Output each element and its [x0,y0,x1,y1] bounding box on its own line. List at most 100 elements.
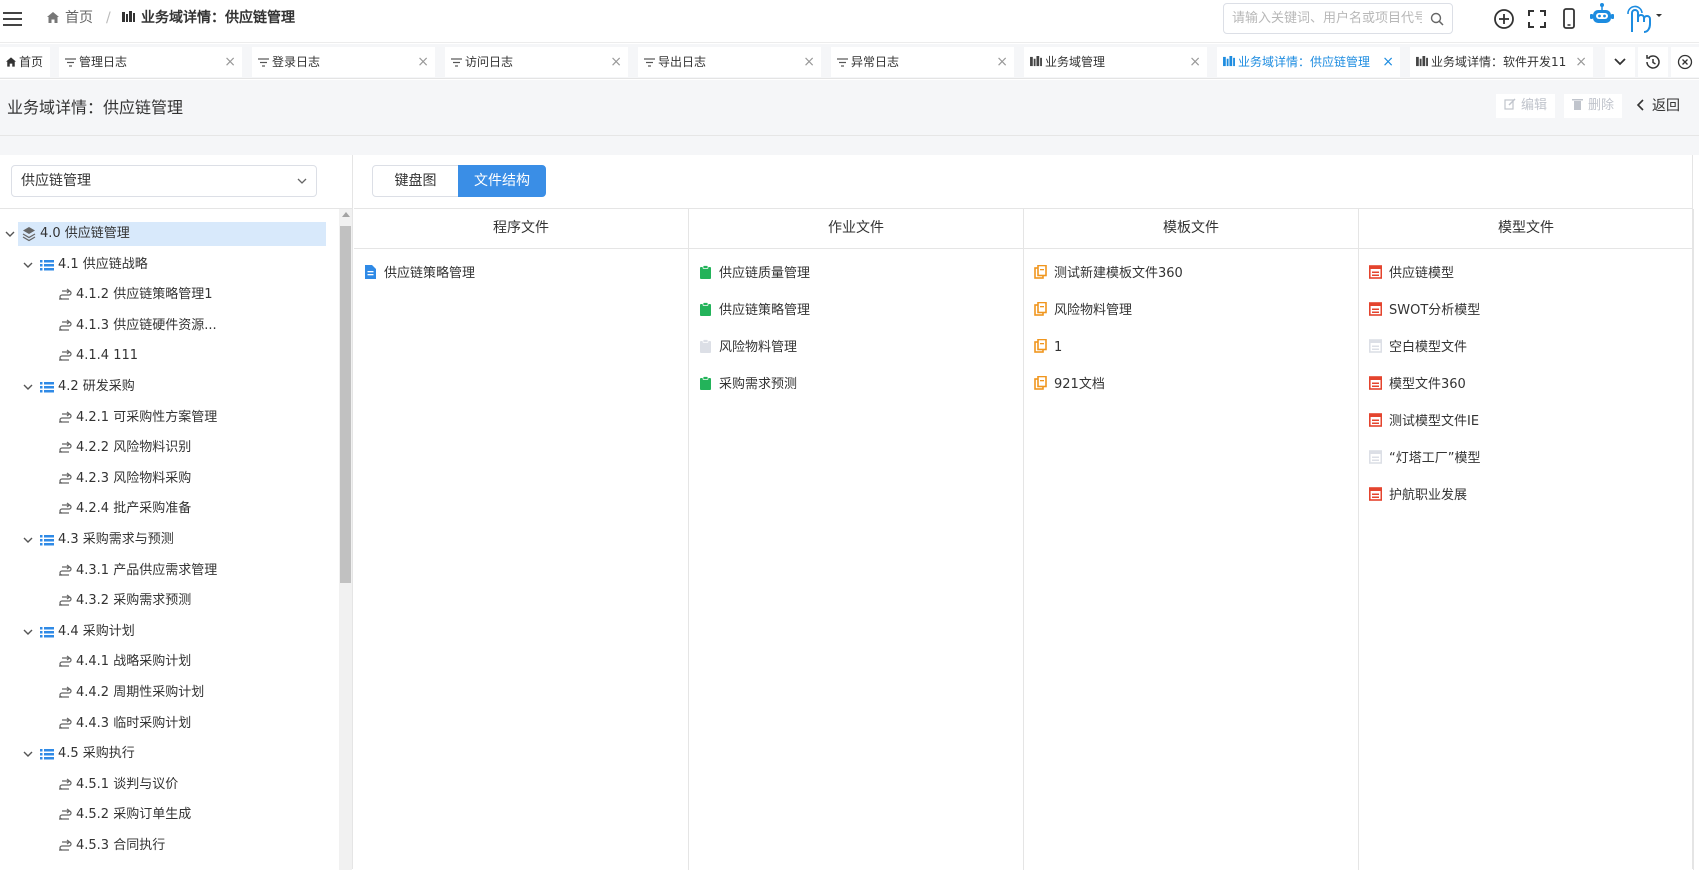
tab-login-log[interactable]: 登录日志 × [252,47,435,77]
tree-node[interactable]: 4.2.1 可采购性方案管理 [0,406,330,430]
history-icon [1646,55,1660,69]
tree-node[interactable]: 4.1 供应链战略 [0,253,330,277]
tree-node[interactable]: 4.1.4 111 [0,344,330,368]
tree-node[interactable]: 4.5.1 谈判与议价 [0,773,330,797]
tree-expand-icon[interactable] [22,375,34,399]
file-item[interactable]: 采购需求预测 [699,374,797,396]
tree-expand-icon[interactable] [22,253,34,277]
tree-expand-icon[interactable] [22,528,34,552]
close-icon[interactable]: × [1382,47,1394,77]
list-icon [40,626,54,638]
scroll-up-arrow[interactable] [342,212,350,217]
tree-expand-icon[interactable] [22,620,34,644]
process-icon [59,839,72,851]
page-header: 业务域详情：供应链管理 编辑 删除 返回 [0,80,1699,136]
tabs-dropdown-button[interactable] [1605,47,1635,77]
close-icon[interactable]: × [1189,47,1201,77]
close-icon[interactable]: × [996,47,1008,77]
tree-node[interactable]: 4.2.2 风险物料识别 [0,436,330,460]
file-item-label: 1 [1054,340,1063,355]
domain-select[interactable]: 供应链管理 [11,165,317,197]
file-item[interactable]: SWOT分析模型 [1369,300,1480,322]
tab-label: 业务域详情：软件开发11 [1431,55,1567,69]
template-icon [1034,264,1047,279]
tab-label: 异常日志 [851,55,900,69]
tab-manage-log[interactable]: 管理日志 × [59,47,242,77]
tree-expand-icon[interactable] [22,742,34,766]
file-item[interactable]: 测试模型文件IE [1369,411,1479,433]
touch-gesture-icon[interactable] [1623,2,1665,34]
file-item[interactable]: 模型文件360 [1369,374,1466,396]
menu-icon[interactable] [3,12,23,28]
breadcrumb-home[interactable]: 首页 [47,0,93,38]
tab-export-log[interactable]: 导出日志 × [638,47,821,77]
file-item[interactable]: 供应链模型 [1369,263,1454,285]
tree-node[interactable]: 4.5.3 合同执行 [0,834,330,858]
tab-home[interactable]: 首页 [0,47,50,77]
tree-node[interactable]: 4.5.2 采购订单生成 [0,803,330,827]
tab-domain-detail-software[interactable]: 业务域详情：软件开发11 × [1410,47,1593,77]
tab-domain-detail-supply[interactable]: 业务域详情：供应链管理 × [1217,47,1400,77]
process-icon [59,594,72,606]
file-item[interactable]: 风险物料管理 [699,337,797,359]
view-tab-file-structure[interactable]: 文件结构 [458,165,546,197]
tab-domain-manage[interactable]: 业务域管理 × [1024,47,1207,77]
tree-node-label: 4.5 采购执行 [58,746,135,762]
file-item[interactable]: 供应链策略管理 [364,263,475,285]
tree-node[interactable]: 4.5 采购执行 [0,742,330,766]
view-tab-keyboard-map[interactable]: 键盘图 [372,165,459,197]
back-button[interactable]: 返回 [1628,94,1688,118]
close-icon[interactable]: × [224,47,236,77]
tree-node[interactable]: 4.1.2 供应链策略管理1 [0,283,330,307]
search-input[interactable] [1232,4,1422,33]
robot-icon[interactable] [1587,2,1617,32]
file-column: 模板文件 测试新建模板文件360 风险物料管理 1 921文档 [1024,209,1359,870]
file-item[interactable]: 921文档 [1034,374,1105,396]
search-box[interactable] [1223,3,1453,34]
tree-node[interactable]: 4.3.2 采购需求预测 [0,589,330,613]
filter-icon [451,58,462,67]
close-icon[interactable]: × [610,47,622,77]
tree-node[interactable]: 4.4.1 战略采购计划 [0,650,330,674]
tree-scrollbar[interactable] [339,209,352,870]
file-item-label: 护航职业发展 [1389,488,1468,503]
search-icon[interactable] [1430,12,1444,26]
tree-node-label: 4.1.4 111 [76,348,139,364]
tree-node-label: 4.2.4 批产采购准备 [76,501,192,517]
file-item[interactable]: “灯塔工厂”模型 [1369,448,1480,470]
close-icon[interactable]: × [803,47,815,77]
tree-node[interactable]: 4.3.1 产品供应需求管理 [0,559,330,583]
file-item[interactable]: 空白模型文件 [1369,337,1467,359]
tree-node[interactable]: 4.2.4 批产采购准备 [0,497,330,521]
home-icon [47,12,59,23]
history-button[interactable] [1638,47,1668,77]
file-item[interactable]: 1 [1034,337,1062,359]
file-item[interactable]: 风险物料管理 [1034,300,1132,322]
tree-node[interactable]: 4.4 采购计划 [0,620,330,644]
tab-error-log[interactable]: 异常日志 × [831,47,1014,77]
close-all-button[interactable] [1671,47,1699,77]
add-circle-icon[interactable] [1491,6,1517,32]
file-item[interactable]: 供应链质量管理 [699,263,810,285]
tree-node[interactable]: 4.2.3 风险物料采购 [0,467,330,491]
tree-node[interactable]: 4.1.3 供应链硬件资源... [0,314,330,338]
filter-icon [65,58,76,67]
tree-node[interactable]: 4.3 采购需求与预测 [0,528,330,552]
fullscreen-icon[interactable] [1524,6,1550,32]
delete-button[interactable]: 删除 [1564,94,1623,118]
tree-node[interactable]: 4.0 供应链管理 [5,222,326,246]
close-icon[interactable]: × [1575,47,1587,77]
file-item[interactable]: 护航职业发展 [1369,485,1467,507]
close-icon[interactable]: × [417,47,429,77]
tree-expand-icon[interactable] [4,222,16,246]
template-icon [1034,301,1047,316]
mobile-icon[interactable] [1556,6,1582,32]
file-item[interactable]: 供应链策略管理 [699,300,810,322]
scroll-thumb[interactable] [340,226,351,583]
tab-access-log[interactable]: 访问日志 × [445,47,628,77]
tree-node[interactable]: 4.2 研发采购 [0,375,330,399]
edit-button[interactable]: 编辑 [1496,94,1556,118]
file-item[interactable]: 测试新建模板文件360 [1034,263,1183,285]
tree-node[interactable]: 4.4.2 周期性采购计划 [0,681,330,705]
tree-node[interactable]: 4.4.3 临时采购计划 [0,712,330,736]
